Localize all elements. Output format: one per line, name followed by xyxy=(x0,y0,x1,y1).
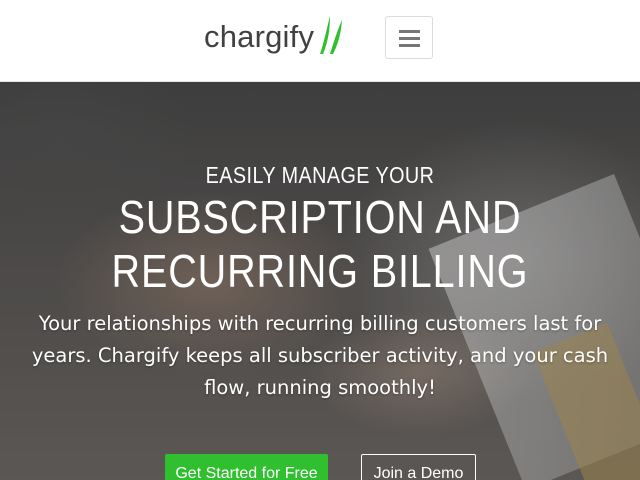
hero-subtext: Your relationships with recurring billin… xyxy=(31,312,609,399)
hero-headline-line-2: RECURRING BILLING xyxy=(111,245,529,297)
top-navigation-bar: chargify xyxy=(0,0,640,82)
logo-wordmark: chargify xyxy=(204,19,315,54)
hero-eyebrow: EASILY MANAGE YOUR xyxy=(205,162,435,188)
hamburger-bar xyxy=(399,37,420,40)
hamburger-bar xyxy=(399,44,420,47)
hero-headline-line-1: SUBSCRIPTION AND xyxy=(118,191,522,243)
hamburger-bar xyxy=(399,30,420,33)
hero-headline: SUBSCRIPTION AND RECURRING BILLING xyxy=(45,190,595,298)
hero-section: EASILY MANAGE YOUR SUBSCRIPTION AND RECU… xyxy=(0,82,640,480)
get-started-button[interactable]: Get Started for Free xyxy=(165,454,328,480)
chargify-logo[interactable]: chargify xyxy=(204,12,344,62)
hamburger-menu-button[interactable] xyxy=(385,16,433,59)
join-demo-button[interactable]: Join a Demo xyxy=(361,454,476,480)
logo-mark-icon xyxy=(320,16,343,54)
